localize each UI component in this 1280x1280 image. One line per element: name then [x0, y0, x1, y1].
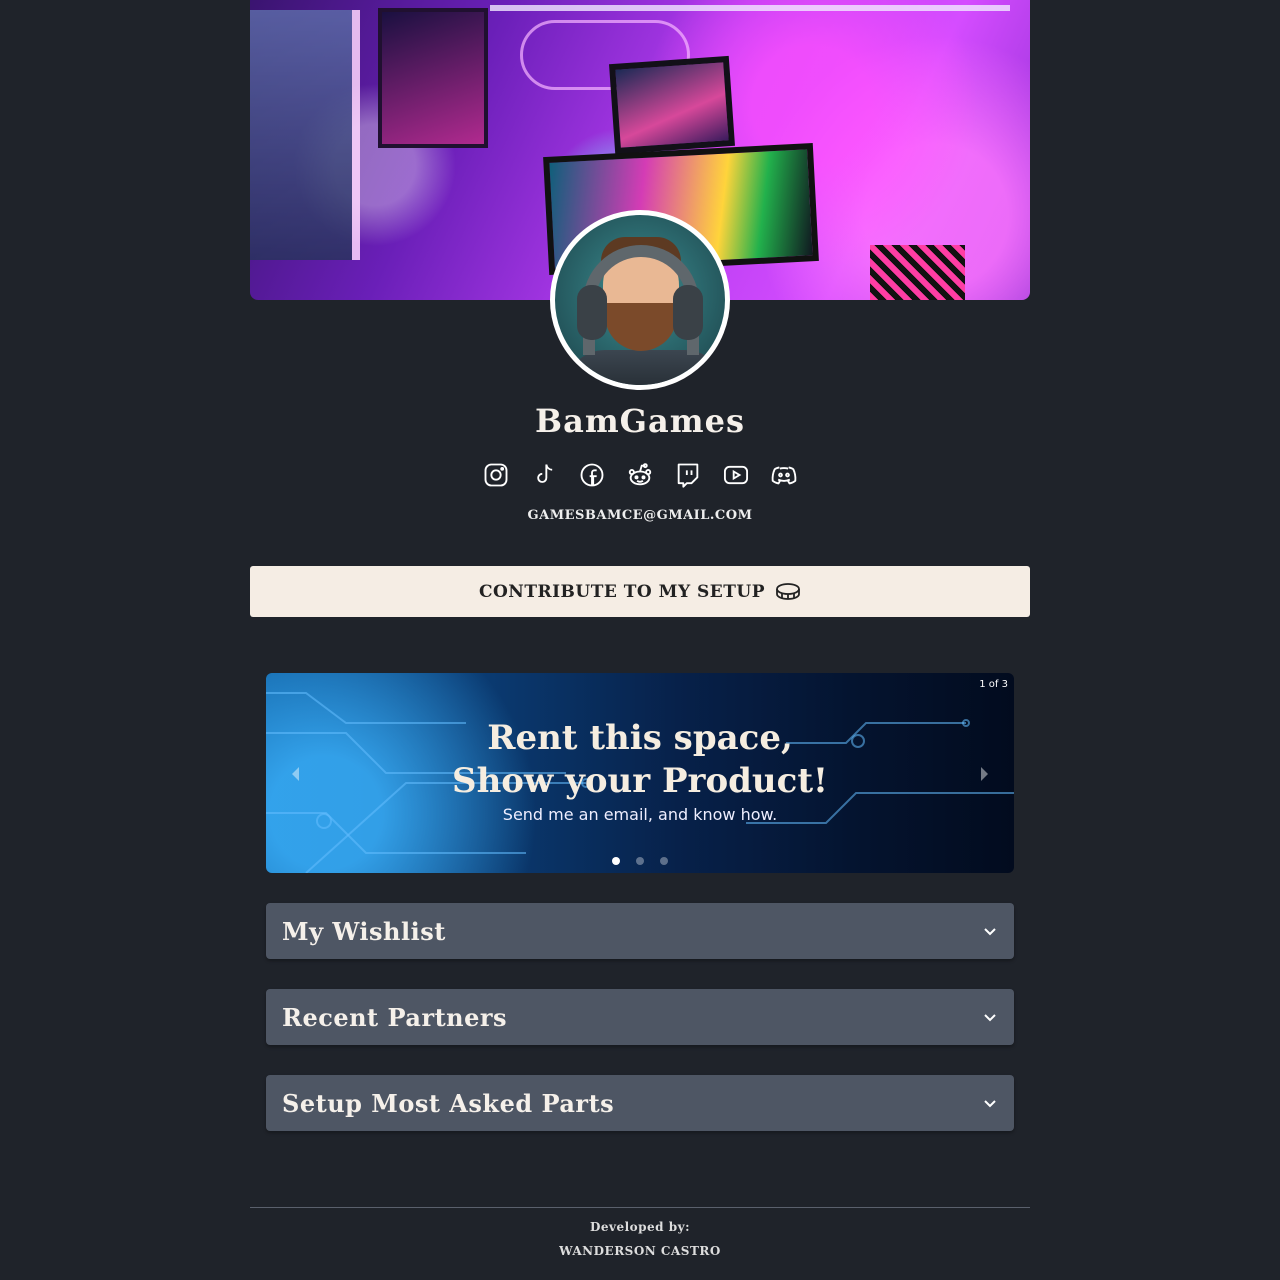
promo-carousel: 1 of 3 Rent this space, Show your Produc… — [266, 673, 1014, 873]
reddit-link[interactable] — [624, 458, 656, 492]
slide-indicators — [266, 857, 1014, 865]
slide-dot-2[interactable] — [636, 857, 644, 865]
twitch-icon — [677, 463, 699, 488]
slide-title-line-1: Rent this space, — [487, 718, 793, 758]
tiktok-link[interactable] — [528, 458, 560, 492]
avatar — [550, 210, 730, 390]
slide-title-line-2: Show your Product! — [452, 761, 828, 801]
instagram-icon — [484, 463, 508, 487]
instagram-link[interactable] — [480, 458, 512, 492]
contact-email[interactable]: GAMESBAMCE@GMAIL.COM — [250, 508, 1030, 523]
facebook-icon — [580, 463, 604, 487]
social-links — [250, 458, 1030, 492]
contribute-label: CONTRIBUTE TO MY SETUP — [478, 581, 766, 602]
partners-accordion[interactable]: Recent Partners — [266, 989, 1014, 1045]
profile-page: BamGames GAMESBAMCE@GMAIL.COM CONTRIBUTE… — [250, 0, 1030, 1258]
slide-dot-3[interactable] — [660, 857, 668, 865]
parts-accordion[interactable]: Setup Most Asked Parts — [266, 1075, 1014, 1131]
chevron-down-icon — [984, 1100, 996, 1108]
contribute-button[interactable]: CONTRIBUTE TO MY SETUP — [250, 566, 1030, 617]
reddit-icon — [628, 463, 652, 486]
footer: Developed by: WANDERSON CASTRO — [250, 1207, 1030, 1258]
slide-title: Rent this space, Show your Product! — [266, 717, 1014, 803]
slide-subtitle: Send me an email, and know how. — [502, 805, 778, 824]
developer-name[interactable]: WANDERSON CASTRO — [250, 1244, 1030, 1258]
wishlist-accordion[interactable]: My Wishlist — [266, 903, 1014, 959]
previous-slide-button[interactable] — [288, 765, 304, 783]
chevron-down-icon — [984, 928, 996, 936]
next-slide-button[interactable] — [976, 765, 992, 783]
twitch-link[interactable] — [672, 458, 704, 492]
partners-title: Recent Partners — [282, 1002, 508, 1032]
profile-name: BamGames — [535, 402, 745, 440]
developed-by-label: Developed by: — [589, 1220, 691, 1234]
slide-dot-1[interactable] — [612, 857, 620, 865]
parts-title: Setup Most Asked Parts — [282, 1088, 615, 1118]
slide-counter: 1 of 3 — [979, 679, 1008, 690]
facebook-link[interactable] — [576, 458, 608, 492]
chevron-down-icon — [984, 1014, 996, 1022]
discord-link[interactable] — [768, 458, 800, 492]
wishlist-title: My Wishlist — [282, 916, 446, 946]
youtube-icon — [723, 465, 749, 485]
tiktok-icon — [537, 464, 553, 483]
youtube-link[interactable] — [720, 458, 752, 492]
discord-icon — [771, 466, 797, 485]
coin-icon — [776, 582, 800, 600]
